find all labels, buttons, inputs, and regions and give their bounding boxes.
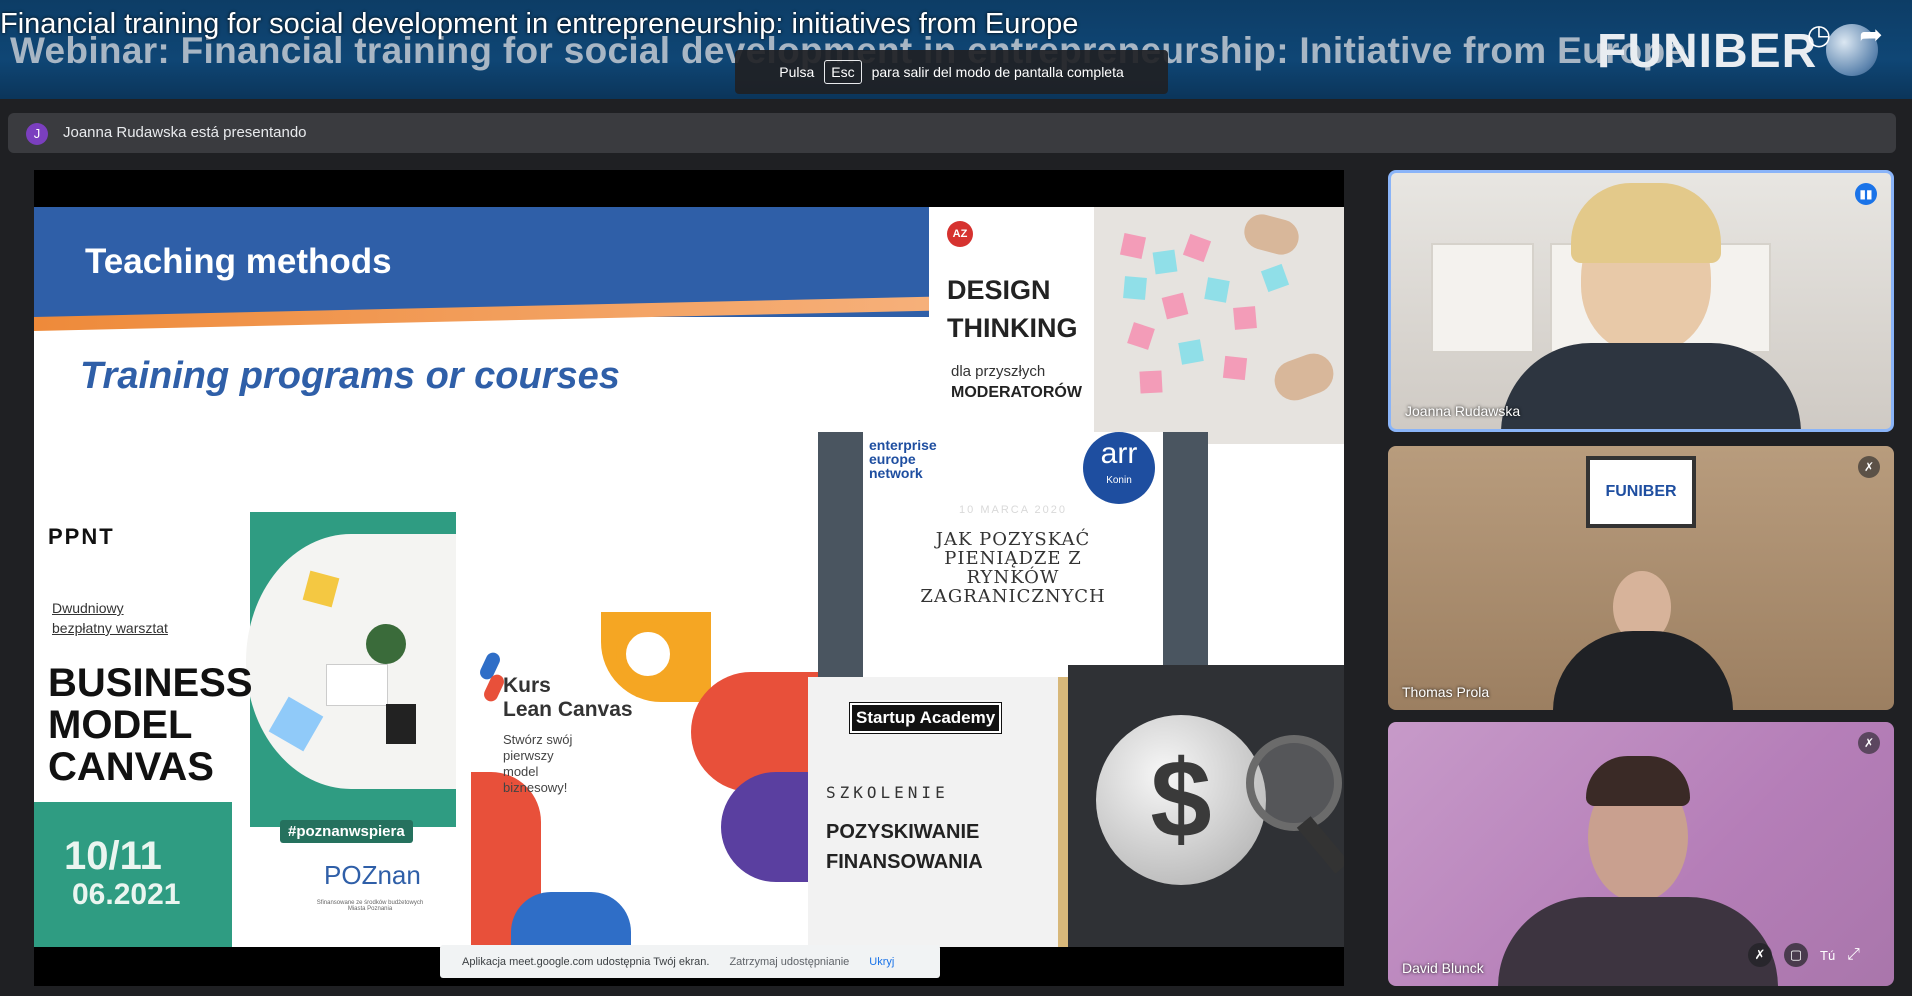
pozyskiwanie-text: POZYSKIWANIE — [826, 821, 980, 843]
self-mic-off-icon[interactable]: ✗ — [1748, 943, 1772, 967]
lean-canvas-poster: Kurs Lean Canvas Stwórz swój pierwszy mo… — [471, 612, 836, 947]
startup-academy-label: Startup Academy — [848, 702, 1003, 734]
share-info: Aplikacja meet.google.com udostępnia Twó… — [462, 955, 710, 968]
participant-tile-thomas[interactable]: FUNIBER ✗ Thomas Prola — [1388, 446, 1894, 710]
moderatorow-text: MODERATORÓW — [951, 384, 1082, 401]
fullscreen-exit-hint: Pulsa Esc para salir del modo de pantall… — [735, 50, 1168, 94]
een-date: 10 MARCA 2020 — [959, 504, 1067, 516]
lean-line1: Kurs — [503, 674, 551, 697]
startup-academy-poster: Startup Academy SZKOLENIE POZYSKIWANIE F… — [808, 677, 1068, 947]
ppnt-logo: PPNT — [48, 524, 115, 549]
een-line2: europe — [869, 451, 916, 467]
self-label: Tú — [1820, 947, 1836, 963]
lean-desc2: pierwszy — [503, 748, 554, 763]
expand-icon[interactable]: ⤢ — [1847, 946, 1860, 964]
hide-share-bar-button[interactable]: Ukryj — [869, 956, 894, 968]
een-t2: PIENIĄDZE Z — [944, 548, 1082, 569]
bmc-date-block: 10/11 06.2021 — [34, 802, 232, 947]
muted-mic-icon: ✗ — [1858, 456, 1880, 478]
hashtag-label: #poznanwspiera — [280, 820, 413, 843]
watch-later-icon[interactable]: ◷ — [1802, 18, 1836, 52]
een-line1: enterprise — [869, 437, 937, 453]
bmc-line2: MODEL — [48, 703, 193, 747]
presenting-text: Joanna Rudawska está presentando — [63, 124, 307, 141]
screen-share-bar: Aplikacja meet.google.com udostępnia Twó… — [440, 945, 940, 978]
participant-name: David Blunck — [1402, 960, 1484, 976]
poznan-logo: POZnan — [324, 860, 421, 890]
participant-tile-joanna[interactable]: ▮▮ Joanna Rudawska — [1388, 170, 1894, 432]
share-icon[interactable]: ➦ — [1854, 18, 1888, 52]
poznan-fine-print: Sfinansowane ze środków budżetowych Mias… — [316, 900, 424, 912]
bmc-date2: 06.2021 — [72, 878, 181, 911]
meeting-photo — [246, 534, 456, 789]
participant-name: Joanna Rudawska — [1405, 403, 1521, 419]
een-t3: RYNKÓW — [966, 567, 1060, 588]
design-thinking-card: AZ DESIGN THINKING dla przyszłych MODERA… — [929, 207, 1094, 444]
funiber-frame: FUNIBER — [1586, 456, 1696, 528]
speaking-indicator-icon: ▮▮ — [1855, 183, 1877, 205]
thomas-sweater — [1553, 631, 1733, 710]
self-camera-off-icon[interactable]: ▢ — [1784, 943, 1808, 967]
david-jacket — [1498, 897, 1778, 986]
hint-after: para salir del modo de pantalla completa — [871, 64, 1124, 80]
finansowania-text: FINANSOWANIA — [826, 851, 983, 873]
lean-desc4: biznesowy! — [503, 780, 568, 795]
funiber-logo: FUNIBER — [1597, 25, 1818, 78]
design-label: DESIGN — [947, 275, 1051, 305]
arr-konin-logo: arr Konin — [1083, 432, 1155, 504]
presentation-slide: Teaching methods Training programs or co… — [34, 207, 1344, 947]
lean-desc1: Stwórz swój — [503, 732, 573, 747]
presenting-banner: J Joanna Rudawska está presentando — [8, 113, 1896, 153]
dollar-coin-photo: $ — [1068, 665, 1344, 947]
design-small-text: dla przyszłych — [951, 363, 1046, 380]
business-model-canvas-poster: PPNT Dwudniowy bezpłatny warsztat BUSINE… — [34, 512, 456, 947]
sticky-notes-photo — [1094, 207, 1344, 444]
joanna-sweater — [1501, 343, 1801, 429]
bmc-note1: Dwudniowy — [52, 600, 124, 616]
bmc-line3: CANVAS — [48, 745, 214, 789]
participant-tile-david[interactable]: ✗ David Blunck ✗ ▢ Tú ⤢ — [1388, 722, 1894, 986]
een-t1: JAK POZYSKAĆ — [935, 529, 1091, 550]
een-logo: enterprise europe network — [869, 438, 937, 480]
lean-desc3: model — [503, 764, 539, 779]
een-headline: JAK POZYSKAĆ PIENIĄDZE Z RYNKÓW ZAGRANIC… — [863, 530, 1163, 606]
bmc-line1: BUSINESS — [48, 661, 253, 705]
een-funding-poster: enterprise europe network arr Konin 10 M… — [818, 432, 1208, 682]
bmc-note2: bezpłatny warsztat — [52, 620, 168, 636]
video-title[interactable]: Financial training for social developmen… — [0, 8, 1078, 41]
self-view-controls: ✗ ▢ Tú ⤢ — [1748, 938, 1878, 972]
lean-line2: Lean Canvas — [503, 698, 633, 721]
slide-title: Teaching methods — [85, 242, 392, 281]
konin-text: Konin — [1106, 475, 1132, 486]
esc-key: Esc — [824, 60, 862, 84]
muted-mic-icon: ✗ — [1858, 732, 1880, 754]
bmc-date1: 10/11 — [64, 834, 162, 878]
az-badge: AZ — [947, 221, 973, 247]
een-t4: ZAGRANICZNYCH — [920, 586, 1106, 607]
thinking-label: THINKING — [947, 313, 1078, 343]
participant-name: Thomas Prola — [1402, 684, 1490, 700]
slide-subtitle: Training programs or courses — [80, 355, 620, 397]
dollar-sign: $ — [1150, 738, 1212, 861]
hint-before: Pulsa — [779, 64, 815, 80]
magnifier-icon — [1246, 735, 1342, 831]
stop-sharing-button[interactable]: Zatrzymaj udostępnianie — [729, 956, 849, 968]
presenter-avatar: J — [26, 123, 48, 145]
een-line3: network — [869, 465, 923, 481]
arr-text: arr — [1100, 437, 1138, 470]
szkolenie-text: SZKOLENIE — [826, 783, 949, 802]
